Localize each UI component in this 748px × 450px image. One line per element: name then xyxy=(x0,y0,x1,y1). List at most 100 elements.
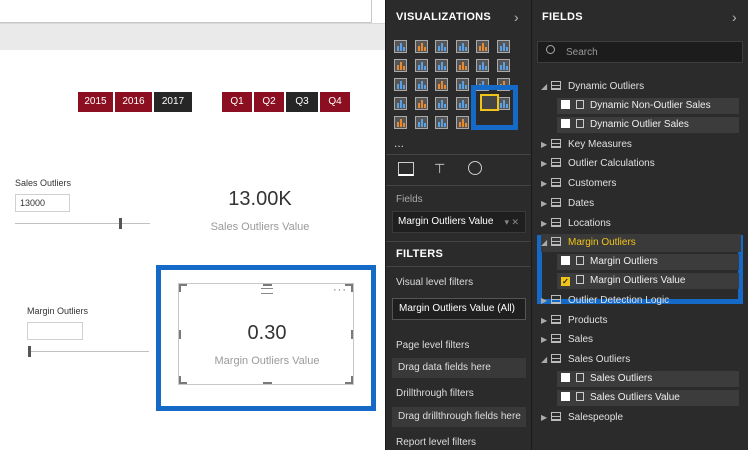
field-table-dynamic-outliers[interactable]: ◢ Dynamic Outliers xyxy=(541,78,741,96)
field-item[interactable]: Margin Outliers xyxy=(557,253,739,270)
more-visuals-icon[interactable]: ... xyxy=(394,136,404,150)
expanded-arrow-icon[interactable]: ◢ xyxy=(541,234,551,252)
field-item[interactable]: Sales Outliers Value xyxy=(557,389,739,406)
slicer-year-2015[interactable]: 2015 xyxy=(78,92,113,112)
collapsed-arrow-icon[interactable]: ▶ xyxy=(541,136,551,154)
slicer-q2[interactable]: Q2 xyxy=(254,92,284,112)
margin-outliers-slider-thumb[interactable] xyxy=(28,346,31,357)
resize-handle[interactable] xyxy=(351,284,353,292)
drag-grip-icon[interactable] xyxy=(261,288,273,294)
visual-type-icon[interactable] xyxy=(435,40,448,53)
fields-well-item[interactable]: Margin Outliers Value ▾ ✕ xyxy=(392,211,526,233)
card-visual-icon[interactable] xyxy=(480,94,499,111)
resize-handle[interactable] xyxy=(263,382,272,384)
resize-handle[interactable] xyxy=(179,284,181,292)
field-checkbox[interactable]: ✓ xyxy=(561,276,570,286)
field-table-outlier-calculations[interactable]: ▶ Outlier Calculations xyxy=(541,155,741,173)
field-table-dates[interactable]: ▶ Dates xyxy=(541,195,741,213)
field-table-sales-outliers[interactable]: ◢ Sales Outliers xyxy=(541,351,741,369)
expanded-arrow-icon[interactable]: ◢ xyxy=(541,78,551,96)
visual-type-icon[interactable] xyxy=(435,59,448,72)
visual-type-icon[interactable] xyxy=(496,40,510,53)
visual-type-icon[interactable] xyxy=(496,59,510,72)
collapsed-arrow-icon[interactable]: ▶ xyxy=(541,409,551,427)
visual-type-icon[interactable] xyxy=(476,40,489,53)
slicer-q3[interactable]: Q3 xyxy=(286,92,318,112)
field-table-salespeople[interactable]: ▶ Salespeople xyxy=(541,409,741,427)
field-table-key-measures[interactable]: ▶ Key Measures xyxy=(541,136,741,154)
field-checkbox[interactable] xyxy=(561,372,570,382)
drillthrough-drop-zone[interactable]: Drag drillthrough fields here xyxy=(392,407,526,427)
visual-type-icon[interactable] xyxy=(476,59,489,72)
collapsed-arrow-icon[interactable]: ▶ xyxy=(541,331,551,349)
field-table-sales[interactable]: ▶ Sales xyxy=(541,331,741,349)
field-table-margin-outliers[interactable]: ◢ Margin Outliers xyxy=(541,234,741,253)
collapsed-arrow-icon[interactable]: ▶ xyxy=(541,292,551,310)
card-visual-highlight-frame xyxy=(471,85,518,130)
slicer-q4[interactable]: Q4 xyxy=(320,92,350,112)
visual-type-icon[interactable] xyxy=(414,116,428,129)
visual-type-icon[interactable] xyxy=(394,78,407,91)
visual-type-icon[interactable] xyxy=(414,59,428,72)
report-level-filters-label: Report level filters xyxy=(396,437,477,448)
resize-handle[interactable] xyxy=(263,284,272,286)
field-item[interactable]: Sales Outliers xyxy=(557,370,739,387)
visual-type-icon[interactable] xyxy=(414,40,428,53)
margin-card[interactable]: ··· 0.30 Margin Outliers Value xyxy=(178,283,354,385)
slicer-q1[interactable]: Q1 xyxy=(222,92,252,112)
fields-collapse-chevron-icon[interactable]: › xyxy=(732,9,737,25)
visual-type-icon[interactable] xyxy=(455,97,469,110)
collapse-chevron-icon[interactable]: › xyxy=(514,9,519,25)
visual-type-icon[interactable] xyxy=(414,78,428,91)
visual-type-icon[interactable] xyxy=(455,59,469,72)
visual-type-icon[interactable] xyxy=(414,97,428,110)
slicer-year-2016[interactable]: 2016 xyxy=(115,92,152,112)
field-checkbox[interactable] xyxy=(561,255,570,265)
margin-outliers-slider-track[interactable] xyxy=(29,351,149,352)
visual-type-icon[interactable] xyxy=(394,116,407,129)
page-level-filters-label: Page level filters xyxy=(396,340,470,351)
sales-outliers-slider-thumb[interactable] xyxy=(118,218,122,229)
collapsed-arrow-icon[interactable]: ▶ xyxy=(541,195,551,213)
collapsed-arrow-icon[interactable]: ▶ xyxy=(541,175,551,193)
visual-type-icon[interactable] xyxy=(394,59,407,72)
field-item[interactable]: Dynamic Non-Outlier Sales xyxy=(557,97,739,114)
slicer-year-2017[interactable]: 2017 xyxy=(154,92,192,112)
format-paintroller-icon[interactable]: ⊤ xyxy=(434,161,445,177)
table-icon xyxy=(551,294,561,304)
fields-tab-icon[interactable] xyxy=(398,162,414,176)
field-checkbox[interactable] xyxy=(561,99,570,109)
analytics-magnifier-icon[interactable] xyxy=(468,161,482,175)
more-options-icon[interactable]: ··· xyxy=(333,284,347,296)
field-item[interactable]: Dynamic Outlier Sales xyxy=(557,116,739,133)
visual-type-icon[interactable] xyxy=(455,78,469,91)
field-table-customers[interactable]: ▶ Customers xyxy=(541,175,741,193)
visual-type-icon[interactable] xyxy=(435,97,448,110)
top-input-box[interactable] xyxy=(0,0,372,23)
collapsed-arrow-icon[interactable]: ▶ xyxy=(541,312,551,330)
visual-type-icon[interactable] xyxy=(435,78,448,91)
sales-outliers-slider-track[interactable] xyxy=(15,223,150,224)
visual-type-icon[interactable] xyxy=(394,97,407,110)
resize-handle[interactable] xyxy=(351,376,353,384)
resize-handle[interactable] xyxy=(179,376,181,384)
visual-type-icon[interactable] xyxy=(394,40,407,53)
visual-type-icon[interactable] xyxy=(455,40,469,53)
visual-type-icon[interactable] xyxy=(435,116,448,129)
collapsed-arrow-icon[interactable]: ▶ xyxy=(541,155,551,173)
page-level-drop-zone[interactable]: Drag data fields here xyxy=(392,358,526,378)
field-table-outlier-detection-logic[interactable]: ▶ Outlier Detection Logic xyxy=(541,292,741,310)
field-table-products[interactable]: ▶ Products xyxy=(541,312,741,330)
field-checkbox[interactable] xyxy=(561,118,570,128)
fields-well-controls-icon[interactable]: ▾ ✕ xyxy=(504,212,519,232)
visual-type-icon[interactable] xyxy=(455,116,469,129)
collapsed-arrow-icon[interactable]: ▶ xyxy=(541,215,551,233)
field-item[interactable]: ✓ Margin Outliers Value xyxy=(557,272,739,289)
sales-outliers-input[interactable]: 13000 xyxy=(15,194,70,212)
fields-search-box[interactable]: Search xyxy=(537,41,743,63)
field-checkbox[interactable] xyxy=(561,391,570,401)
field-table-locations[interactable]: ▶ Locations xyxy=(541,215,741,233)
expanded-arrow-icon[interactable]: ◢ xyxy=(541,351,551,369)
visual-level-filter-item[interactable]: Margin Outliers Value (All) xyxy=(392,298,526,320)
margin-outliers-input[interactable] xyxy=(27,322,83,340)
